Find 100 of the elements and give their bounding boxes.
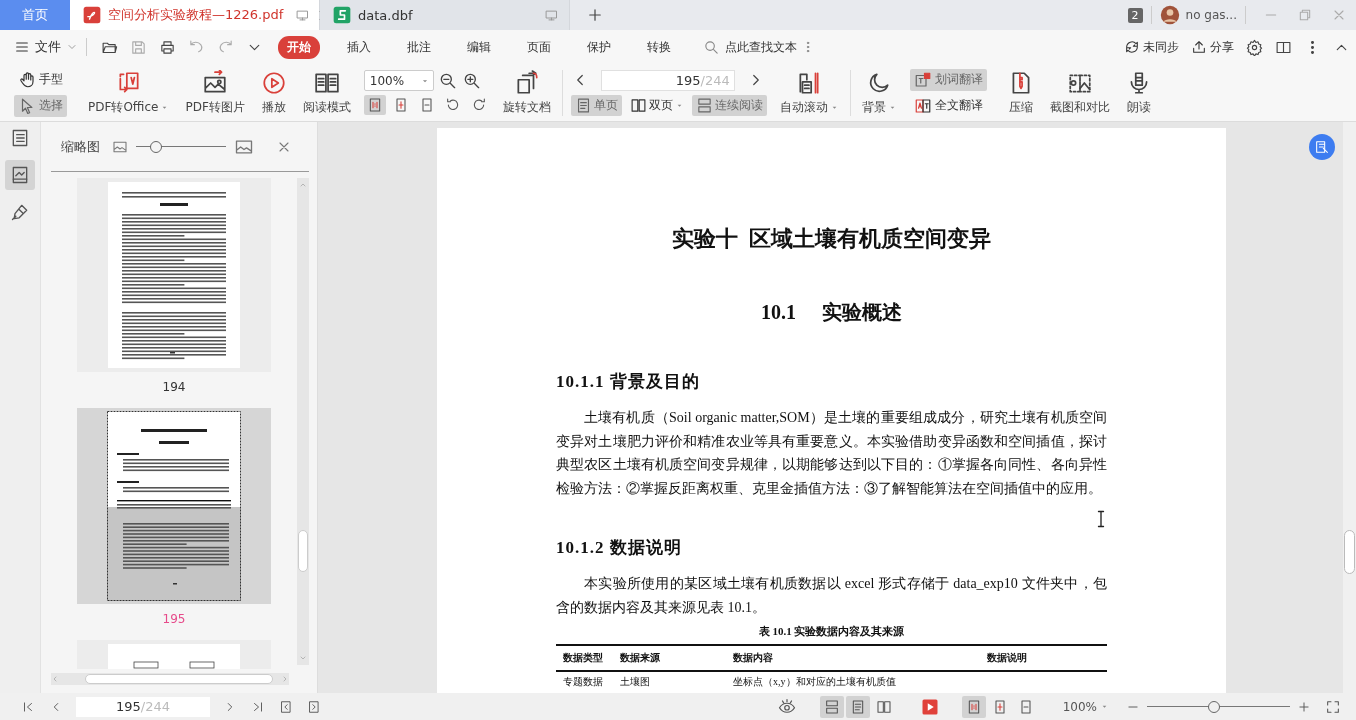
menu-tab[interactable]: 开始 [278, 35, 320, 59]
text-cursor-icon [1096, 510, 1106, 528]
previous-view-icon[interactable] [279, 699, 293, 714]
paragraph: 土壤有机质（Soil organic matter,SOM）是土壤的重要组成成分，研究土壤有机质空间变异对土壤肥力评价和精准农业等具有重要意义。本实验借助变异函数和空间插值，探讨典型农区土壤有机质空间变异规律，以期能够达到以下目的：①掌握各向同性、各向异性检验方法：②掌握反距离权重、克里金插值方法：③了解智能算法在空间插值中的应用。 [556, 409, 1107, 498]
toolbar-button[interactable]: 自动滚动 [776, 67, 842, 118]
scrollbar[interactable] [297, 178, 309, 665]
sync-icon [1124, 39, 1140, 55]
menu-icon [14, 39, 30, 55]
section-title: 实验概述 [822, 300, 902, 325]
scrollbar-thumb[interactable] [1344, 530, 1355, 574]
save-icon[interactable] [130, 38, 147, 56]
menu-tab[interactable]: 页面 [518, 35, 560, 59]
page-number-field[interactable]: 195/244 [76, 696, 210, 717]
eye-icon[interactable] [776, 697, 797, 716]
actual-size-button[interactable] [363, 95, 386, 115]
toolbar-button[interactable]: 朗读 [1122, 67, 1155, 118]
last-page-icon[interactable] [251, 699, 265, 714]
translate-word-icon [913, 70, 932, 89]
table-cell-text: 坐标点（x,y）和对应的土壤有机质值 [733, 675, 897, 689]
zoom-dropdown[interactable]: 100% [363, 70, 434, 91]
menu-tab[interactable]: 批注 [398, 35, 440, 59]
document-tool-icon [1314, 139, 1330, 155]
page-thumbnail[interactable] [77, 408, 271, 604]
view-mode-button[interactable]: 连续阅读 [691, 94, 767, 116]
scrollbar[interactable] [51, 673, 289, 685]
page-number-field[interactable]: 195/244 [600, 69, 735, 91]
annotation-pen-icon[interactable] [10, 202, 30, 222]
toolbar-button[interactable]: PDF转图片 [182, 67, 248, 118]
subsection-heading: 10.1.2 数据说明 [556, 537, 683, 559]
actual-size-button[interactable] [961, 695, 986, 718]
toolbar-button[interactable]: 播放 [257, 67, 290, 118]
toolbar-button[interactable]: 旋转文档 [499, 67, 554, 118]
search-icon [703, 38, 720, 56]
document-tab[interactable]: 空间分析实验教程—1226.pdf [70, 0, 320, 30]
column-header: 数据说明 [987, 651, 1028, 665]
thumbnails-icon [10, 165, 30, 185]
toolbar-button[interactable]: 划词翻译 [909, 68, 987, 91]
printer-icon[interactable] [159, 38, 176, 56]
toolbar-button[interactable]: 全文翻译 [909, 94, 987, 117]
play-icon [260, 69, 287, 96]
panel-title: 缩略图 [61, 137, 100, 156]
subsection-heading: 10.1.1 背景及目的 [556, 371, 701, 393]
play-icon[interactable] [920, 697, 939, 716]
page-number: 194 [162, 379, 186, 396]
scrollbar-thumb[interactable] [298, 530, 308, 572]
thumbnails-button[interactable] [5, 160, 35, 190]
user-name[interactable]: no gas... [1185, 8, 1237, 22]
monitor-icon[interactable] [295, 7, 311, 23]
column-header: 数据类型 [563, 651, 604, 665]
two-page-icon [875, 698, 892, 715]
share-button[interactable]: 分享 [1191, 38, 1234, 56]
column-header: 数据来源 [620, 651, 661, 665]
menu-tab[interactable]: 转换 [638, 35, 680, 59]
toolbar-button[interactable]: 选择 [14, 94, 67, 117]
zoom-dropdown[interactable]: 100% [1062, 699, 1109, 714]
outline-icon[interactable] [10, 128, 30, 148]
search-field[interactable]: 点此查找文本 [703, 38, 801, 56]
share-icon [1191, 39, 1207, 55]
avatar[interactable] [1159, 5, 1180, 25]
chapter-title: 实验十 区域土壤有机质空间变异 [671, 225, 992, 253]
window-count-badge[interactable]: 2 [1127, 7, 1143, 23]
continuous-button[interactable] [819, 695, 844, 718]
single-page-button[interactable] [845, 695, 870, 718]
document-tab[interactable]: data.dbf [320, 0, 570, 30]
toolbar-button[interactable]: 压缩 [1004, 67, 1037, 118]
view-mode-button[interactable]: 双页 [625, 94, 688, 116]
continuous-icon [695, 96, 713, 114]
toolbar-button[interactable]: 手型 [14, 68, 67, 91]
scrollbar-thumb[interactable] [85, 674, 273, 684]
hand-icon [18, 70, 36, 89]
column-header: 数据内容 [733, 651, 774, 665]
table-caption: 表 10.1 实验数据内容及其来源 [757, 624, 906, 639]
file-menu-button[interactable]: 文件 [14, 38, 78, 56]
rotate-left-icon [444, 97, 461, 113]
picture-icon [202, 69, 229, 96]
table-cell-text: 专题数据 [563, 675, 604, 689]
first-page-icon[interactable] [21, 699, 35, 714]
scrollbar[interactable] [1343, 122, 1356, 693]
menu-tab[interactable]: 插入 [338, 35, 380, 59]
monitor-icon[interactable] [544, 7, 559, 23]
table-cell-text: 土壤图 [620, 675, 651, 689]
page-thumbnail[interactable] [77, 178, 271, 372]
toolbar-button[interactable]: 截图和对比 [1046, 67, 1113, 118]
toolbar-button[interactable]: 背景 [858, 67, 900, 118]
page-thumbnail[interactable] [77, 640, 271, 669]
settings-icon[interactable] [1246, 38, 1263, 56]
toolbar-button[interactable]: PDF转Office [85, 67, 173, 118]
spreadsheet-file-icon [332, 5, 352, 25]
tool-button[interactable] [1309, 134, 1335, 160]
menu-tab[interactable]: 保护 [578, 35, 620, 59]
fullscreen-icon[interactable] [1325, 698, 1341, 715]
add-tab-icon[interactable] [586, 6, 604, 24]
sync-button[interactable]: 未同步 [1124, 38, 1179, 56]
continuous-icon [823, 698, 840, 715]
toolbar-button[interactable]: 阅读模式 [299, 67, 354, 118]
pdf-file-icon [82, 5, 102, 25]
menu-tab[interactable]: 编辑 [458, 35, 500, 59]
section-number: 10.1 [761, 300, 796, 325]
next-view-icon[interactable] [307, 699, 321, 714]
view-mode-button[interactable]: 单页 [570, 94, 622, 116]
